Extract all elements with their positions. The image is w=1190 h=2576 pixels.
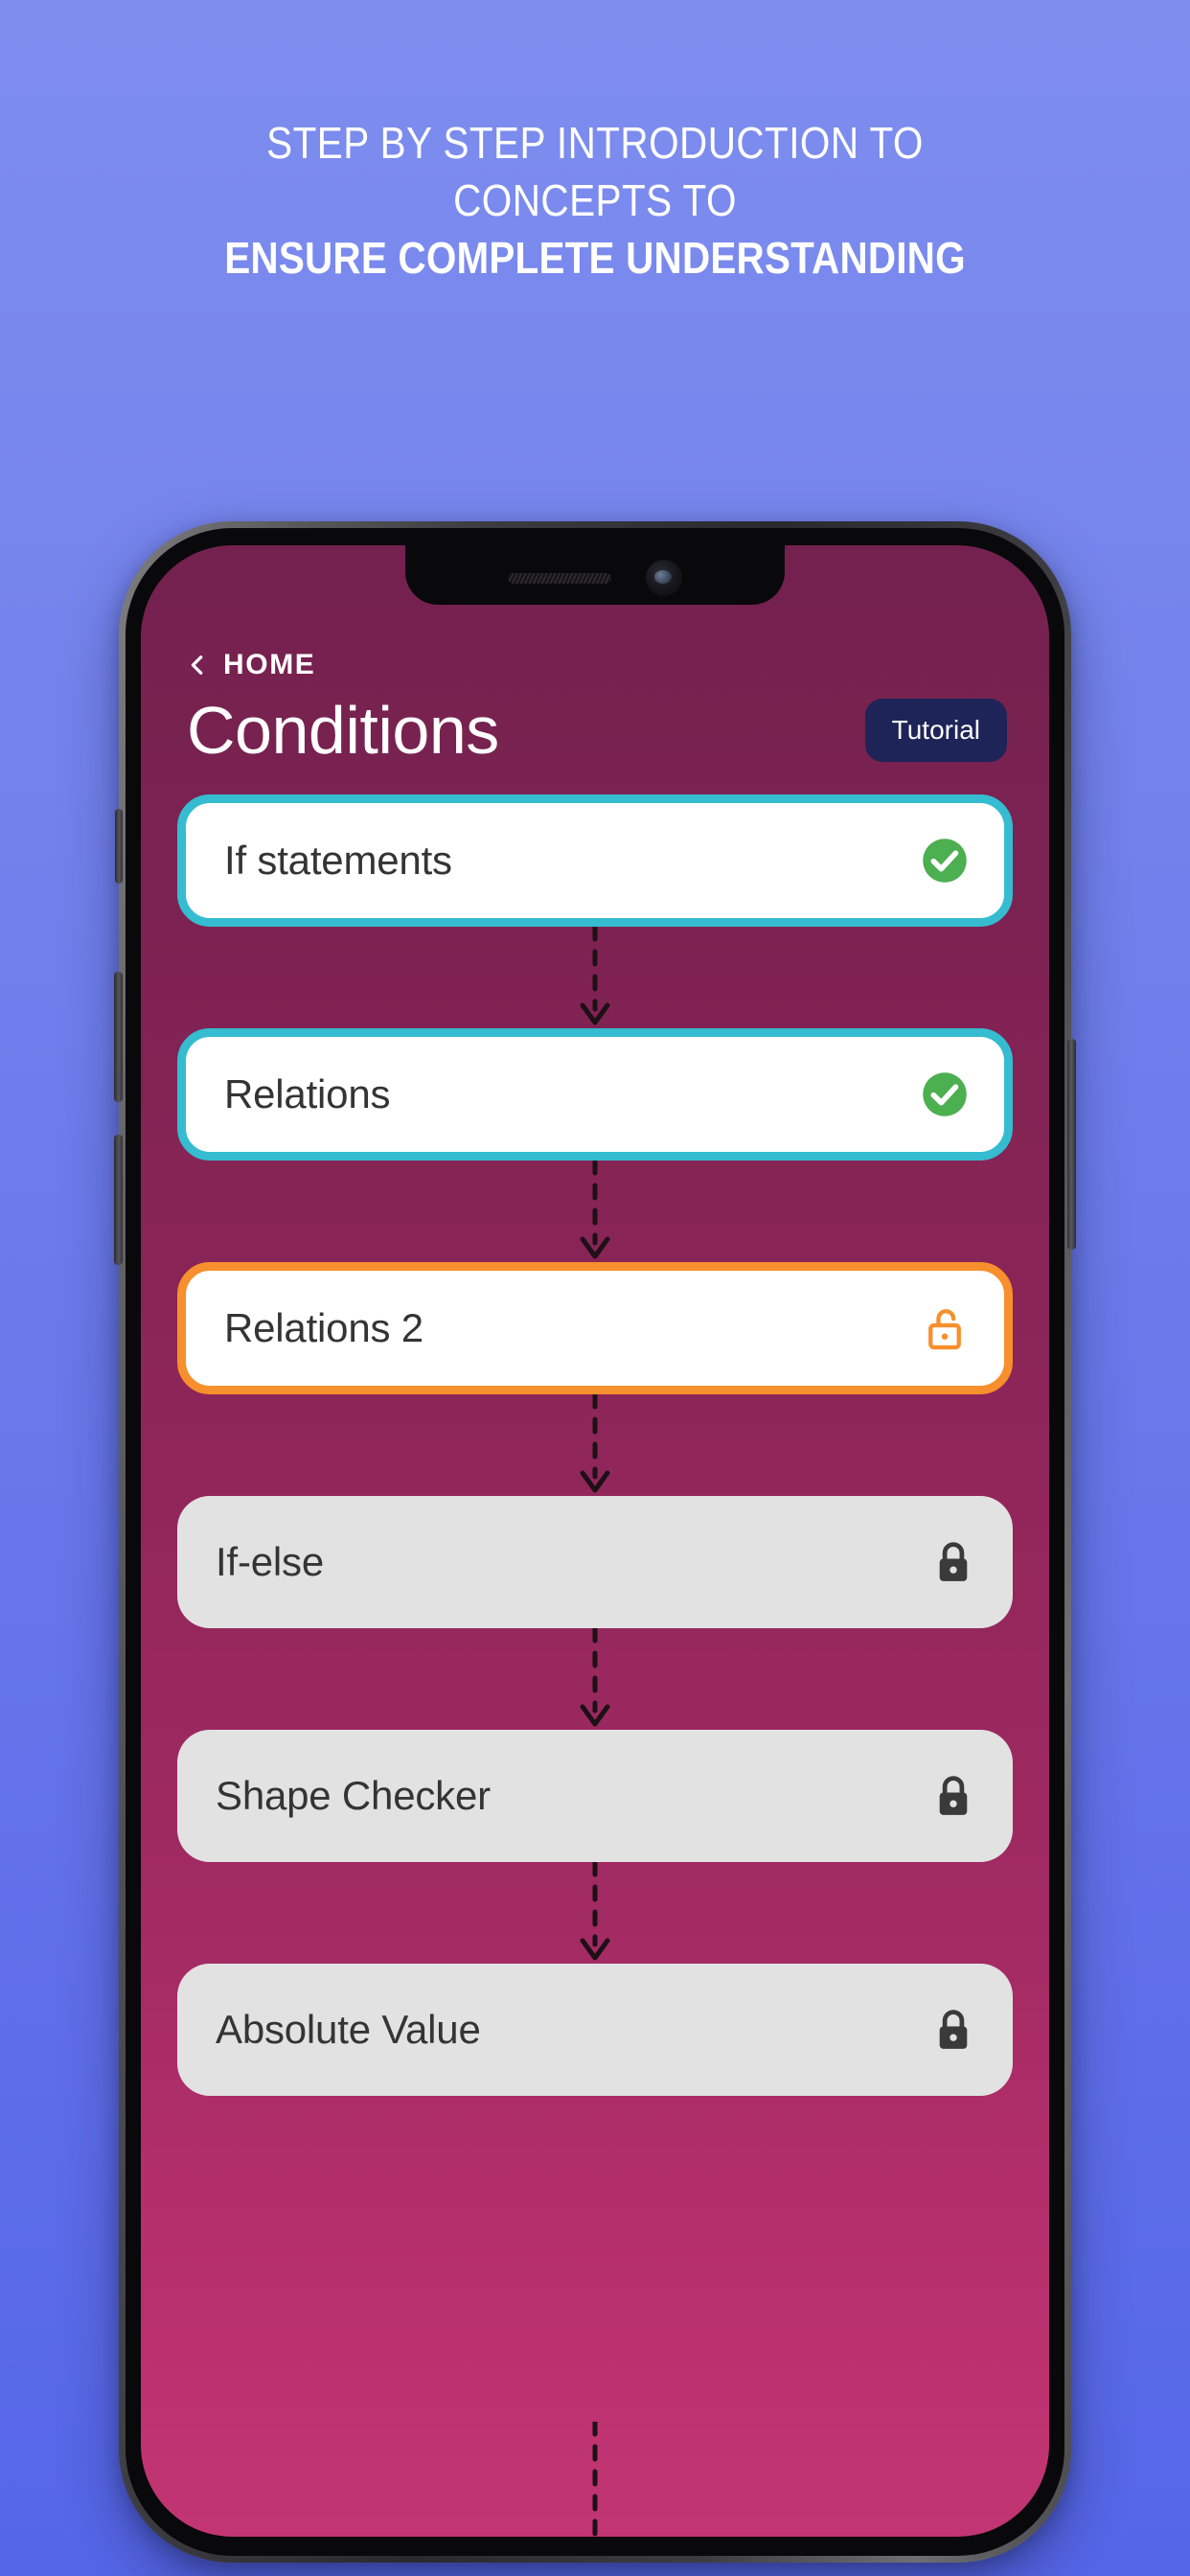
lesson-card[interactable]: If-else xyxy=(177,1496,1013,1628)
dashed-arrow-icon xyxy=(580,1862,610,1961)
unlock-icon xyxy=(928,1309,961,1350)
phone-bezel: HOME Conditions Tutorial If statements Re… xyxy=(126,528,1064,2556)
speaker-grille-icon xyxy=(508,572,611,584)
dashed-arrow-icon xyxy=(580,927,610,1025)
front-camera-icon xyxy=(646,560,682,596)
lesson-status-icon xyxy=(918,1301,972,1355)
promo-line-2: CONCEPTS TO xyxy=(453,174,737,225)
lock-icon xyxy=(939,1542,968,1581)
lesson-status-icon xyxy=(927,2003,980,2057)
lesson-connector-1 xyxy=(177,927,1013,1028)
app-content: HOME Conditions Tutorial If statements Re… xyxy=(141,545,1049,2537)
silent-switch[interactable] xyxy=(115,809,123,884)
lesson-status-icon xyxy=(927,1769,980,1823)
lesson-status-icon xyxy=(918,1068,972,1121)
lesson-card[interactable]: Shape Checker xyxy=(177,1730,1013,1862)
lesson-list: If statements Relations Relations 2 If-else… xyxy=(177,794,1013,2096)
lesson-connector-2 xyxy=(177,1161,1013,1262)
page-title: Conditions xyxy=(187,693,499,768)
lesson-card-label: If-else xyxy=(216,1539,324,1584)
lesson-card-label: If statements xyxy=(224,838,452,883)
phone-screen: HOME Conditions Tutorial If statements Re… xyxy=(141,545,1049,2537)
lesson-card-label: Relations 2 xyxy=(224,1305,423,1350)
lesson-card[interactable]: Relations xyxy=(177,1028,1013,1161)
lesson-status-icon xyxy=(918,834,972,887)
dashed-arrow-icon xyxy=(580,1394,610,1493)
power-button[interactable] xyxy=(1067,1039,1076,1250)
lesson-card-label: Absolute Value xyxy=(216,2007,481,2052)
promo-line-1: STEP BY STEP INTRODUCTION TO xyxy=(266,118,924,168)
lesson-card-label: Shape Checker xyxy=(216,1773,491,1818)
connector-tail xyxy=(592,2422,598,2537)
dashed-arrow-icon xyxy=(580,1161,610,1259)
back-nav-label: HOME xyxy=(223,649,316,680)
check-circle-icon xyxy=(923,1072,967,1116)
lesson-connector-3 xyxy=(177,1394,1013,1496)
check-circle-icon xyxy=(923,839,967,883)
lesson-connector-4 xyxy=(177,1628,1013,1730)
volume-up-button[interactable] xyxy=(114,1135,123,1265)
lock-icon xyxy=(939,2010,968,2049)
dashed-arrow-icon xyxy=(580,1628,610,1727)
lock-icon xyxy=(939,1776,968,1815)
tutorial-button[interactable]: Tutorial xyxy=(864,699,1007,762)
lesson-status-icon xyxy=(927,1535,980,1589)
lesson-card[interactable]: Relations 2 xyxy=(177,1262,1013,1394)
lesson-card-label: Relations xyxy=(224,1071,391,1116)
lesson-connector-5 xyxy=(177,1862,1013,1964)
phone-mockup: HOME Conditions Tutorial If statements Re… xyxy=(114,521,1076,2563)
lesson-card[interactable]: If statements xyxy=(177,794,1013,927)
volume-down-button[interactable] xyxy=(114,972,123,1102)
chevron-left-icon xyxy=(191,656,203,675)
promo-line-3: ENSURE COMPLETE UNDERSTANDING xyxy=(224,232,966,283)
notch xyxy=(405,545,785,605)
promo-headline: STEP BY STEP INTRODUCTION TO CONCEPTS TO… xyxy=(0,115,1190,287)
lesson-card[interactable]: Absolute Value xyxy=(177,1964,1013,2096)
back-to-home-button[interactable]: HOME xyxy=(177,649,1013,681)
title-row: Conditions Tutorial xyxy=(177,697,1013,764)
